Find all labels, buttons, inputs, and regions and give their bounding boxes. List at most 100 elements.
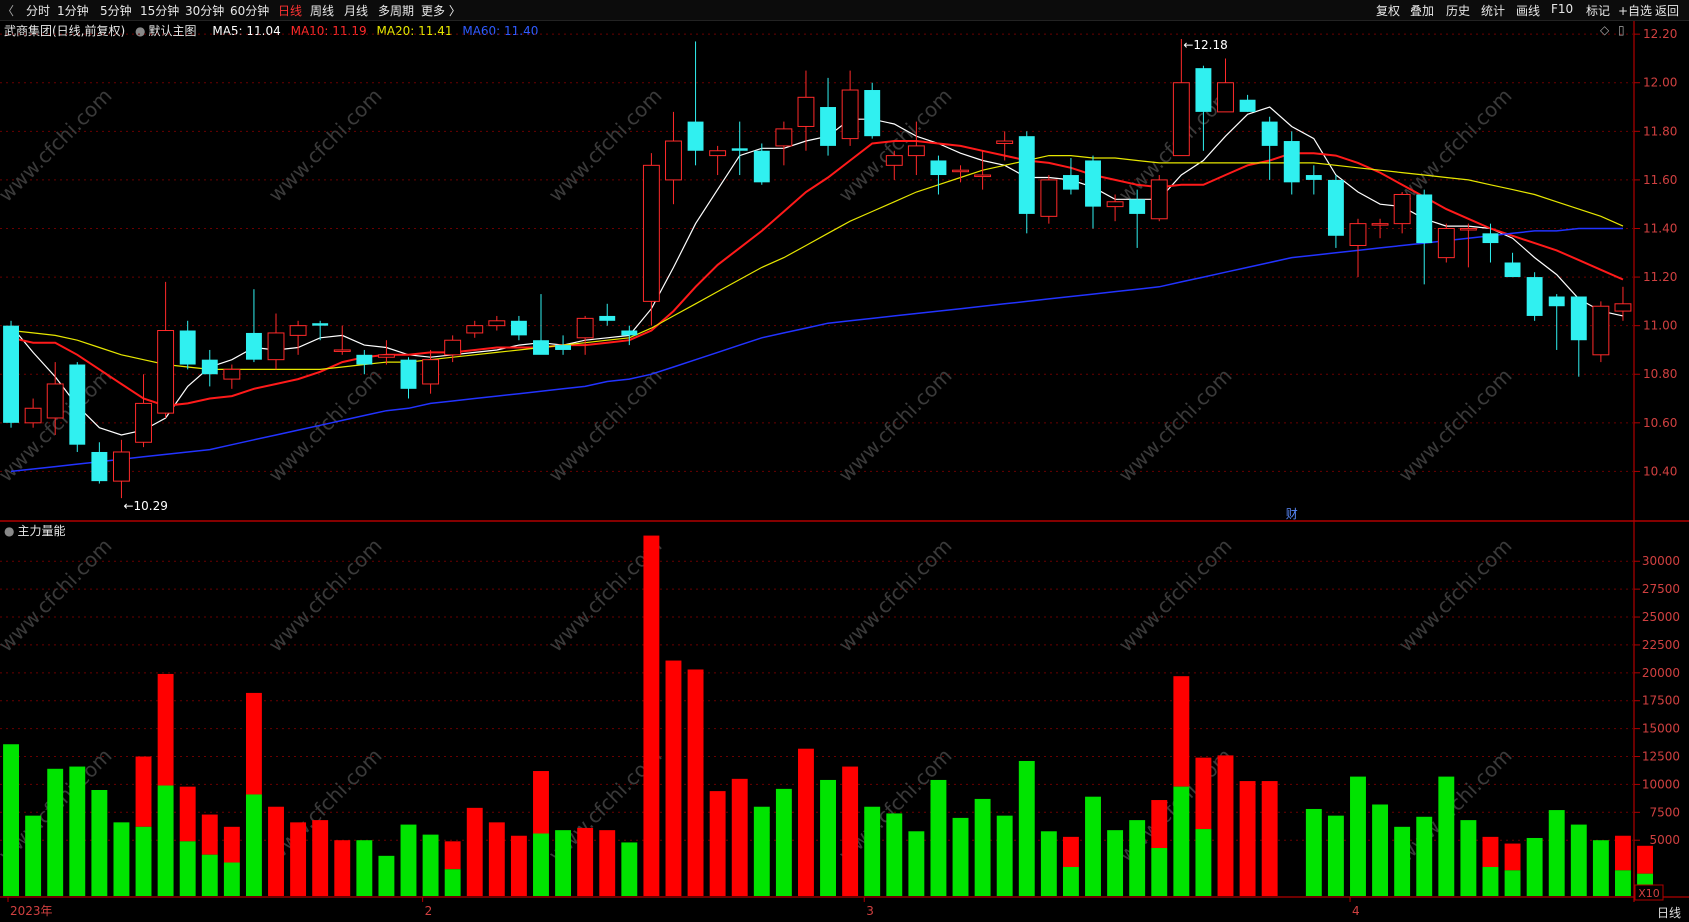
volume-bar-green (1438, 776, 1455, 896)
candle-body-down (91, 451, 108, 482)
volume-tick-label: 20000 (1642, 666, 1680, 680)
candle-body-up (1437, 227, 1455, 259)
candle-body-down (1195, 68, 1212, 112)
volume-bar-red (798, 748, 814, 896)
candle-body-up (576, 317, 594, 339)
candle-body-up (157, 330, 175, 414)
candle-body-up (797, 96, 815, 127)
volume-bar-red (665, 660, 682, 896)
candle-body-up (665, 140, 682, 181)
volume-bar-green (223, 862, 240, 896)
price-tick-label: 12.00 (1643, 76, 1677, 90)
candle-body-down (1327, 179, 1344, 236)
volume-bar-green (1327, 815, 1344, 896)
volume-bar-green (1460, 820, 1477, 896)
volume-tick-label: 17500 (1642, 694, 1680, 708)
volume-bar-green (400, 824, 417, 896)
candle-body-up (1459, 227, 1477, 231)
volume-tick-label: 7500 (1649, 805, 1680, 819)
candle-body-up (267, 332, 285, 361)
price-tick-label: 11.60 (1643, 173, 1677, 187)
candle-body-up (1172, 82, 1190, 157)
high-price-label: ←12.18 (1183, 38, 1227, 52)
candle-body-up (1150, 179, 1168, 220)
candle-body-up (775, 128, 793, 147)
candle-body-down (1085, 160, 1101, 207)
candle-body-up (885, 155, 903, 166)
current-period-label: 日线 (1656, 906, 1681, 920)
panel-toggle-icon: ▯ (1618, 23, 1625, 37)
x-axis-label: 2 (425, 904, 433, 918)
candle-body-down (510, 320, 527, 336)
volume-bar-red (334, 840, 351, 896)
candle-body-down (555, 345, 572, 350)
volume-tick-label: 5000 (1649, 833, 1680, 847)
candle-body-down (201, 359, 218, 375)
volume-bar-red (1504, 843, 1521, 871)
candle-body-up (974, 174, 992, 178)
volume-bar-green (1040, 831, 1057, 896)
volume-bar-green (1482, 866, 1499, 896)
candle-body-down (753, 150, 770, 183)
watermark-text: www.cfchi.com (1394, 534, 1517, 657)
volume-bar-red (533, 771, 549, 834)
chart-canvas[interactable]: 10.40 10.60 10.80 11.00 11.20 11.40 11.60 11.80… (0, 0, 1689, 922)
volume-bar-red (1217, 755, 1234, 896)
watermark-text: www.cfchi.com (264, 84, 387, 207)
candle-body-up (112, 451, 130, 482)
candle-body-up (1217, 82, 1234, 113)
volume-bar-green (1504, 870, 1521, 896)
x-axis-label: 2023年 (10, 904, 53, 918)
low-price-label: ←10.29 (123, 499, 167, 513)
volume-bar-green (974, 798, 991, 896)
candle-body-down (1416, 194, 1433, 244)
price-tick-label: 10.80 (1643, 367, 1677, 381)
candle-body-up (1349, 223, 1367, 246)
watermark-text: www.cfchi.com (0, 84, 117, 207)
volume-bar-green (1350, 776, 1366, 896)
volume-bar-green (91, 789, 108, 896)
volume-bar-green (157, 785, 174, 896)
candle-body-up (709, 150, 727, 157)
volume-tick-label: 27500 (1642, 582, 1680, 596)
volume-bar-red (488, 822, 505, 896)
candle-body-up (46, 383, 64, 419)
volume-bar-red (1615, 835, 1631, 871)
price-tick-label: 11.20 (1643, 270, 1677, 284)
volume-bar-green (378, 855, 395, 896)
volume-bar-green (1394, 826, 1411, 896)
volume-bar-red (1062, 836, 1079, 867)
volume-bar-red (157, 673, 174, 786)
volume-bar-green (444, 869, 461, 896)
volume-bar-green (1416, 816, 1433, 896)
volume-bar-green (775, 788, 792, 896)
candle-body-up (377, 354, 395, 358)
volume-tick-label: 15000 (1642, 722, 1680, 736)
candle-body-down (1239, 99, 1256, 112)
volume-bar-green (1615, 870, 1631, 896)
candle-body-up (1106, 201, 1124, 208)
candle-body-up (996, 140, 1014, 144)
volume-bar-green (47, 768, 64, 896)
volume-bar-green (1570, 824, 1587, 896)
candle-body-down (1570, 296, 1587, 341)
candle-body-down (599, 315, 616, 321)
watermark-text: www.cfchi.com (1394, 364, 1517, 487)
watermark-text: www.cfchi.com (264, 534, 387, 657)
candle-body-down (731, 148, 748, 151)
volume-bar-red (312, 820, 329, 896)
event-marker: 财 (1286, 507, 1298, 521)
volume-bar-red (268, 806, 284, 896)
candle-body-down (1062, 175, 1079, 190)
x-axis-label: 3 (866, 904, 874, 918)
candle-body-down (356, 354, 373, 365)
candle-body-down (3, 325, 19, 423)
volume-bar-green (201, 854, 218, 896)
volume-bar-red (731, 778, 748, 896)
volume-bar-red (510, 835, 527, 896)
candle-body-up (135, 402, 152, 443)
volume-bar-red (709, 791, 726, 896)
volume-bar-green (1085, 796, 1101, 896)
candle-body-up (1393, 193, 1411, 225)
volume-bar-green (1195, 829, 1212, 896)
